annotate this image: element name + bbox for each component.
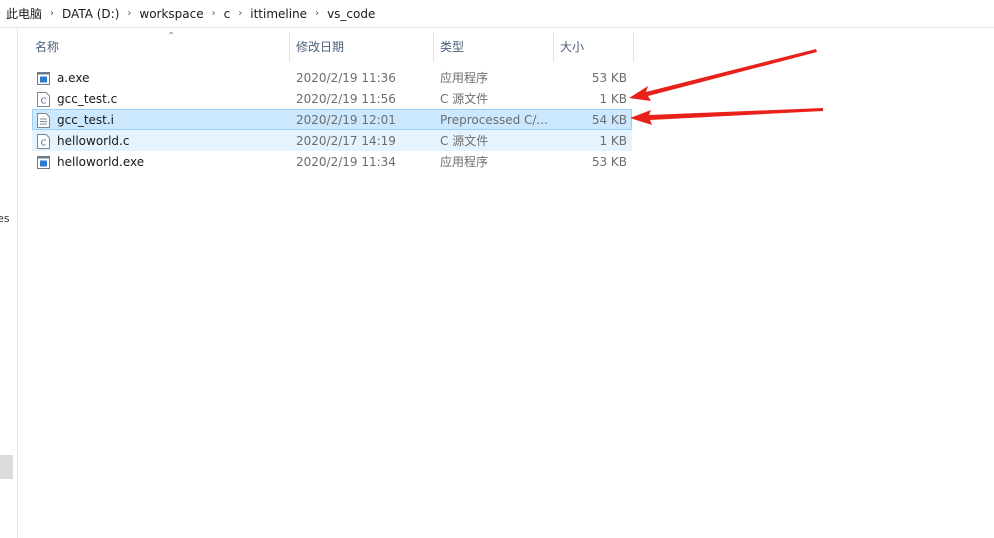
column-header-date-label: 修改日期: [296, 40, 345, 54]
file-date: 2020/2/19 11:36: [296, 71, 396, 85]
file-name: a.exe: [57, 71, 90, 85]
column-header-name[interactable]: 名称 ⌃: [29, 31, 290, 62]
chevron-right-icon[interactable]: ›: [230, 8, 250, 19]
file-name-cell: gcc_test.i: [37, 110, 287, 131]
file-type: Preprocessed C/...: [440, 113, 548, 127]
c-file-icon: C: [37, 92, 50, 107]
column-header-row: 名称 ⌃ 修改日期 类型 大小: [17, 31, 637, 62]
file-name-cell: helloworld.exe: [37, 152, 287, 173]
file-size: 1 KB: [599, 134, 627, 148]
chevron-right-icon[interactable]: ›: [119, 8, 139, 19]
column-header-size[interactable]: 大小: [554, 32, 634, 62]
breadcrumb-c[interactable]: c: [224, 7, 231, 21]
file-type: 应用程序: [440, 71, 489, 85]
file-name-cell: C gcc_test.c: [37, 89, 287, 110]
file-row[interactable]: C helloworld.c 2020/2/17 14:19 C 源文件 1 K…: [32, 130, 632, 151]
file-type: C 源文件: [440, 92, 489, 106]
breadcrumb: 此电脑 › DATA (D:) › workspace › c › ittime…: [0, 0, 994, 28]
chevron-right-icon[interactable]: ›: [42, 8, 62, 19]
file-size: 1 KB: [599, 92, 627, 106]
chevron-right-icon[interactable]: ›: [307, 8, 327, 19]
file-list: a.exe 2020/2/19 11:36 应用程序 53 KB C gcc_t…: [32, 67, 632, 172]
svg-text:C: C: [41, 139, 47, 148]
file-row[interactable]: helloworld.exe 2020/2/19 11:34 应用程序 53 K…: [32, 151, 632, 172]
file-date: 2020/2/19 11:34: [296, 155, 396, 169]
breadcrumb-workspace[interactable]: workspace: [139, 7, 203, 21]
navigation-scrollbar-thumb[interactable]: [0, 455, 13, 479]
navigation-item-partial[interactable]: les: [0, 212, 10, 225]
file-name-cell: C helloworld.c: [37, 131, 287, 152]
breadcrumb-this-pc[interactable]: 此电脑: [6, 5, 42, 22]
file-date: 2020/2/17 14:19: [296, 134, 396, 148]
breadcrumb-vs-code[interactable]: vs_code: [327, 7, 375, 21]
c-file-icon: C: [37, 134, 50, 149]
file-date: 2020/2/19 12:01: [296, 113, 396, 127]
breadcrumb-ittimeline[interactable]: ittimeline: [250, 7, 307, 21]
file-row[interactable]: a.exe 2020/2/19 11:36 应用程序 53 KB: [32, 67, 632, 88]
file-name-cell: a.exe: [37, 68, 287, 89]
file-size: 53 KB: [591, 155, 627, 169]
navigation-pane: les: [0, 28, 18, 538]
file-row[interactable]: C gcc_test.c 2020/2/19 11:56 C 源文件 1 KB: [32, 88, 632, 109]
column-header-type[interactable]: 类型: [434, 32, 554, 62]
red-arrow-annotation: [629, 49, 817, 101]
file-name: helloworld.exe: [57, 155, 145, 169]
breadcrumb-data-drive[interactable]: DATA (D:): [62, 7, 119, 21]
column-header-type-label: 类型: [440, 40, 465, 54]
file-name: gcc_test.i: [57, 113, 115, 127]
file-size: 54 KB: [591, 113, 627, 127]
column-header-size-label: 大小: [560, 40, 585, 54]
red-arrow-annotation: [630, 108, 823, 125]
sort-ascending-icon: ⌃: [167, 31, 176, 42]
file-name: helloworld.c: [57, 134, 130, 148]
file-row-selected[interactable]: gcc_test.i 2020/2/19 12:01 Preprocessed …: [32, 109, 632, 130]
exe-icon: [37, 156, 50, 169]
chevron-right-icon[interactable]: ›: [204, 8, 224, 19]
file-size: 53 KB: [591, 71, 627, 85]
file-name: gcc_test.c: [57, 92, 118, 106]
column-header-name-label: 名称: [35, 40, 60, 54]
file-type: C 源文件: [440, 134, 489, 148]
file-date: 2020/2/19 11:56: [296, 92, 396, 106]
svg-text:C: C: [41, 97, 47, 106]
text-file-icon: [37, 113, 50, 128]
exe-icon: [37, 72, 50, 85]
file-type: 应用程序: [440, 155, 489, 169]
column-header-date[interactable]: 修改日期: [290, 32, 434, 62]
